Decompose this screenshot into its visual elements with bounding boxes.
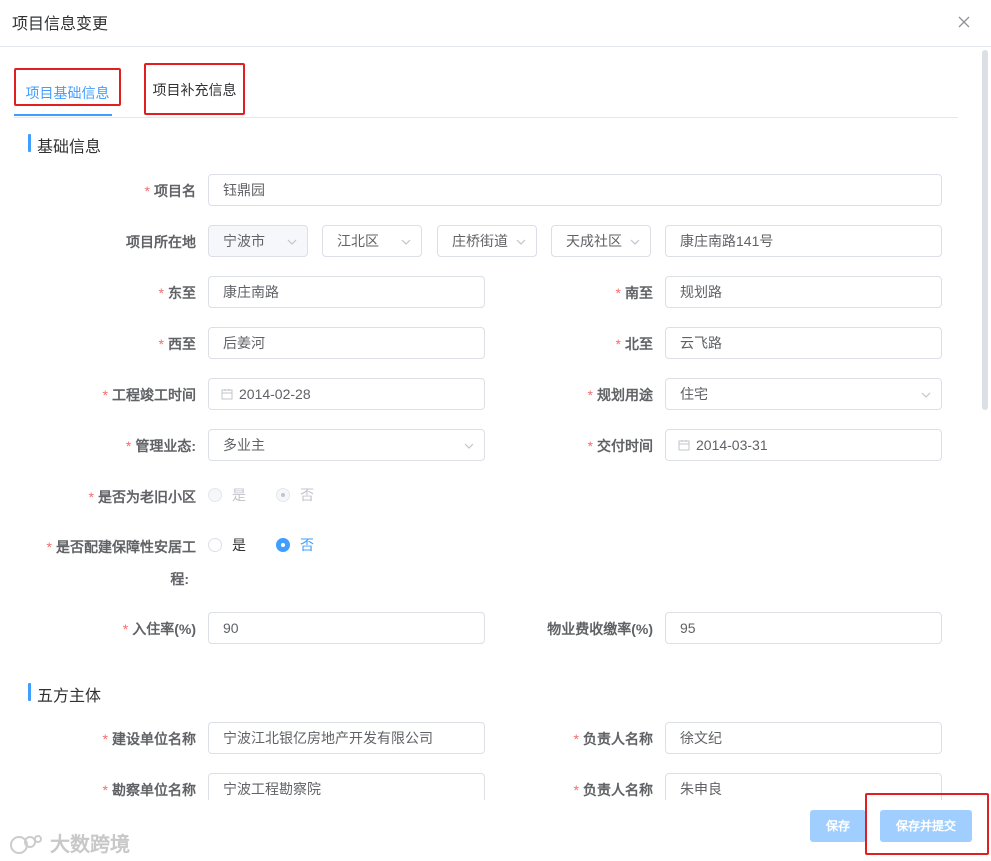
watermark: 大数跨境 (10, 828, 130, 858)
management-select[interactable]: 多业主 (208, 429, 485, 461)
tab-bar: 项目基础信息 项目补充信息 (14, 63, 958, 118)
completion-date-label: * 工程竣工时间 (102, 387, 196, 403)
community-select[interactable]: 天成社区 (551, 225, 651, 257)
builder-input[interactable]: 宁波江北银亿房地产开发有限公司 (208, 722, 485, 754)
affordable-housing-label: * 是否配建保障性安居工 (46, 539, 196, 555)
affordable-housing-label-cont: 程: (170, 571, 189, 587)
submit-highlight-box (865, 793, 989, 855)
address-input[interactable]: 康庄南路141号 (665, 225, 942, 257)
save-button[interactable]: 保存 (810, 810, 866, 842)
planning-use-value: 住宅 (680, 386, 708, 402)
section-title-basic: 基础信息 (28, 133, 101, 157)
completion-date-value: 2014-02-28 (239, 386, 311, 402)
chevron-down-icon (401, 239, 411, 245)
planning-use-label: * 规划用途 (587, 387, 653, 403)
affordable-yes-radio[interactable]: 是 (208, 535, 246, 555)
surveyor-contact-label: * 负责人名称 (573, 782, 653, 798)
occupancy-input[interactable]: 90 (208, 612, 485, 644)
builder-label: * 建设单位名称 (102, 731, 196, 747)
district-value: 江北区 (337, 233, 379, 249)
west-label: * 西至 (158, 336, 196, 352)
section-title-five-parties: 五方主体 (28, 682, 101, 706)
old-community-yes-radio[interactable]: 是 (208, 485, 246, 505)
north-label: * 北至 (615, 336, 653, 352)
street-select[interactable]: 庄桥街道 (437, 225, 537, 257)
fee-rate-input[interactable]: 95 (665, 612, 942, 644)
occupancy-label: * 入住率(%) (122, 621, 196, 637)
city-select[interactable]: 宁波市 (208, 225, 308, 257)
surveyor-label: * 勘察单位名称 (102, 782, 196, 798)
city-value: 宁波市 (223, 233, 265, 249)
delivery-date-label: * 交付时间 (587, 438, 653, 454)
chevron-down-icon (516, 239, 526, 245)
district-select[interactable]: 江北区 (322, 225, 422, 257)
location-label: 项目所在地 (126, 234, 196, 250)
east-label: * 东至 (158, 285, 196, 301)
east-input[interactable]: 康庄南路 (208, 276, 485, 308)
calendar-icon (221, 389, 233, 400)
management-label: * 管理业态: (125, 438, 196, 454)
west-input[interactable]: 后姜河 (208, 327, 485, 359)
management-value: 多业主 (223, 437, 265, 453)
dialog-header: 项目信息变更 (0, 0, 991, 47)
chevron-down-icon (464, 443, 474, 449)
community-value: 天成社区 (566, 233, 622, 249)
delivery-date-picker[interactable]: 2014-03-31 (665, 429, 942, 461)
builder-contact-input[interactable]: 徐文纪 (665, 722, 942, 754)
active-tab-indicator (14, 114, 112, 116)
chevron-down-icon (287, 239, 297, 245)
fee-rate-label: 物业费收缴率(%) (547, 621, 653, 637)
project-name-label: * 项目名 (144, 183, 196, 199)
chevron-down-icon (630, 239, 640, 245)
completion-date-picker[interactable]: 2014-02-28 (208, 378, 485, 410)
tab-basic-info[interactable]: 项目基础信息 (14, 68, 121, 106)
scrollbar[interactable] (982, 50, 988, 410)
south-label: * 南至 (615, 285, 653, 301)
planning-use-select[interactable]: 住宅 (665, 378, 942, 410)
builder-contact-label: * 负责人名称 (573, 731, 653, 747)
tab-supplement-info[interactable]: 项目补充信息 (144, 63, 245, 115)
delivery-date-value: 2014-03-31 (696, 437, 768, 453)
close-icon[interactable] (954, 12, 974, 32)
street-value: 庄桥街道 (452, 233, 508, 249)
dialog-title: 项目信息变更 (12, 16, 109, 33)
north-input[interactable]: 云飞路 (665, 327, 942, 359)
watermark-logo-icon (10, 835, 42, 854)
chevron-down-icon (921, 392, 931, 398)
watermark-text: 大数跨境 (50, 834, 130, 856)
project-name-input[interactable]: 钰鼎园 (208, 174, 942, 206)
affordable-no-radio[interactable]: 否 (276, 535, 314, 555)
old-community-label: * 是否为老旧小区 (88, 489, 196, 505)
south-input[interactable]: 规划路 (665, 276, 942, 308)
calendar-icon (678, 440, 690, 451)
old-community-no-radio[interactable]: 否 (276, 485, 314, 505)
